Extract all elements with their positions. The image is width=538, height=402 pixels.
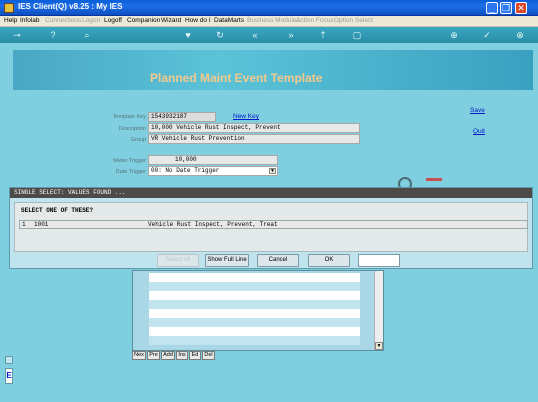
list-item[interactable] <box>149 273 360 282</box>
list-scrollbar[interactable]: ▼ <box>374 271 383 350</box>
dialog-prompt: SELECT ONE OF THESE? <box>21 207 94 214</box>
list-item[interactable] <box>149 327 360 336</box>
menu-connections[interactable]: Connections <box>45 17 81 24</box>
toolbar: ⊸ ? ⌕ ♥ ↻ « » ⇡ ▢ ⊕ ✓ ⊗ <box>0 27 538 43</box>
minimize-button[interactable]: _ <box>486 2 498 14</box>
delete-button[interactable]: Del <box>202 351 215 360</box>
chevron-down-icon[interactable]: ▼ <box>269 168 276 174</box>
description-field[interactable]: 10,000 Vehicle Rust Inspect, Prevent <box>148 123 360 133</box>
ok-icon[interactable]: ✓ <box>482 30 492 40</box>
window-title: IES Client(Q) v8.25 : My IES <box>18 2 123 11</box>
menu-help[interactable]: Help <box>4 17 17 24</box>
menu-logoff[interactable]: Logoff <box>104 17 122 24</box>
menu-wizard[interactable]: Wizard <box>161 17 181 24</box>
left-edge-tab[interactable] <box>5 356 13 364</box>
date-trigger-label: Date Trigger <box>115 169 146 175</box>
list-item[interactable] <box>149 291 360 300</box>
menu-infolab[interactable]: Infolab <box>20 17 40 24</box>
menu-how-do-i[interactable]: How do I <box>185 17 211 24</box>
fast-forward-icon[interactable]: » <box>286 30 296 40</box>
key-icon[interactable]: ⊸ <box>8 30 26 40</box>
menu-action-focus[interactable]: Action Focus <box>296 17 334 24</box>
help-icon[interactable]: ? <box>48 30 58 40</box>
previous-button[interactable]: Pre <box>147 351 160 360</box>
result-text: Vehicle Rust Inspect, Prevent, Treat <box>148 221 278 228</box>
menu-companion[interactable]: Companion <box>127 17 160 24</box>
heart-icon[interactable]: ♥ <box>183 30 193 40</box>
rewind-icon[interactable]: « <box>250 30 260 40</box>
dialog-title: SINGLE SELECT: VALUES FOUND ... <box>10 188 532 198</box>
meter-trigger-field[interactable]: 10,000 <box>148 155 278 165</box>
dialog-filter-input[interactable] <box>358 254 400 267</box>
menu-bar: Help Infolab Connections Logon Logoff Co… <box>0 16 538 27</box>
scroll-down-icon[interactable]: ▼ <box>375 342 383 350</box>
refresh-icon[interactable]: ↻ <box>215 30 225 40</box>
app-icon <box>4 3 14 13</box>
template-key-field[interactable]: 1543932187 <box>148 112 216 122</box>
result-row[interactable]: 1 1001 Vehicle Rust Inspect, Prevent, Tr… <box>19 220 528 229</box>
page-title: Planned Maint Event Template <box>150 71 323 85</box>
menu-business-modules[interactable]: Business Modules <box>247 17 300 24</box>
restore-button[interactable]: ❐ <box>500 2 512 14</box>
save-link[interactable]: Save <box>470 107 485 114</box>
result-number: 1 <box>22 221 26 228</box>
menu-logon[interactable]: Logon <box>82 17 100 24</box>
next-button[interactable]: Nex <box>132 351 146 360</box>
detail-list: ▼ <box>132 270 384 351</box>
group-field[interactable]: VR Vehicle Rust Prevention <box>148 134 360 144</box>
ok-button[interactable]: OK <box>308 254 350 267</box>
close-window-button[interactable]: ✕ <box>515 2 527 14</box>
left-edge-marker[interactable]: E <box>5 368 13 384</box>
template-key-label: Template Key <box>112 114 146 120</box>
show-full-line-button[interactable]: Show Full Line <box>205 254 249 267</box>
quit-link[interactable]: Quit <box>473 128 485 135</box>
page-icon[interactable]: ▢ <box>352 30 362 40</box>
list-item[interactable] <box>149 336 360 345</box>
meter-trigger-label: Meter Trigger <box>113 158 146 164</box>
upload-icon[interactable]: ⇡ <box>318 30 328 40</box>
close-icon[interactable]: ⊗ <box>515 30 525 40</box>
list-item[interactable] <box>149 300 360 309</box>
list-item[interactable] <box>149 282 360 291</box>
result-code: 1001 <box>34 221 49 228</box>
add-button[interactable]: Add <box>161 351 175 360</box>
select-all-button[interactable]: Select All <box>157 254 199 267</box>
date-trigger-select[interactable]: 00: No Date Trigger ▼ <box>148 166 278 176</box>
insert-button[interactable]: Ins <box>176 351 188 360</box>
new-key-link[interactable]: New Key <box>233 113 259 120</box>
window-title-bar: IES Client(Q) v8.25 : My IES _ ❐ ✕ <box>0 0 538 16</box>
menu-datamarts[interactable]: DataMarts <box>214 17 244 24</box>
group-label: Group <box>130 137 146 143</box>
menu-option-select[interactable]: Option Select <box>334 17 373 24</box>
date-trigger-value: 00: No Date Trigger <box>151 167 220 174</box>
list-item[interactable] <box>149 318 360 327</box>
single-select-dialog: SINGLE SELECT: VALUES FOUND ... SELECT O… <box>9 187 533 269</box>
dialog-content: SELECT ONE OF THESE? 1 1001 Vehicle Rust… <box>14 202 528 252</box>
list-item[interactable] <box>149 309 360 318</box>
description-label: Description <box>118 126 146 132</box>
search-icon[interactable]: ⌕ <box>82 30 92 40</box>
cancel-button[interactable]: Cancel <box>257 254 299 267</box>
edit-button[interactable]: Ed <box>189 351 201 360</box>
add-icon[interactable]: ⊕ <box>449 30 459 40</box>
